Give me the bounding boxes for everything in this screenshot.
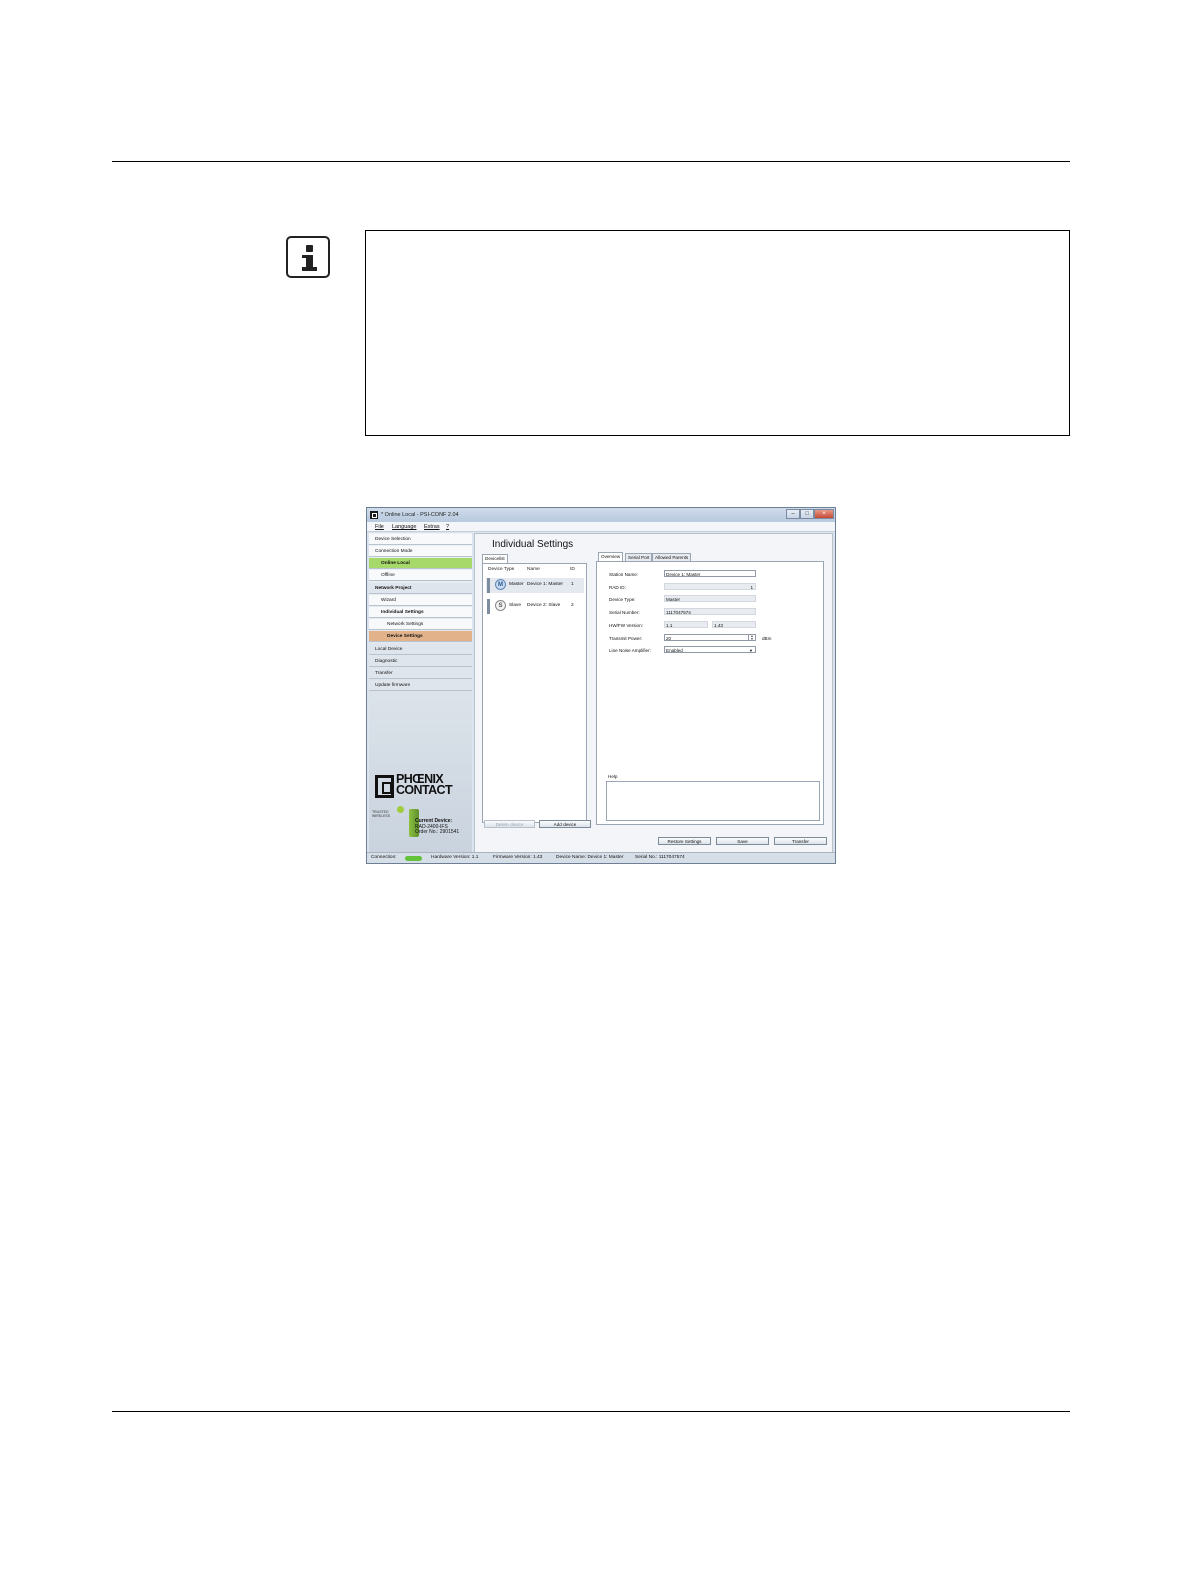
- add-device-button[interactable]: Add device: [539, 820, 591, 828]
- restore-settings-button[interactable]: Restore Settings: [658, 837, 711, 845]
- sidebar: Device Selection Connection Mode Online …: [369, 533, 472, 853]
- save-button[interactable]: Save: [716, 837, 769, 845]
- connection-indicator-icon: [405, 856, 422, 861]
- status-bar: Connection: Hardware Version: 1.1 Firmwa…: [367, 852, 835, 863]
- sidebar-item-offline[interactable]: Offline: [369, 570, 472, 581]
- column-device-type: Device Type: [488, 567, 515, 572]
- sidebar-item-device-selection[interactable]: Device Selection: [369, 534, 472, 545]
- brand-wordmark: PHŒNIX CONTACT: [396, 772, 453, 797]
- transmit-power-label: Transmit Power:: [609, 636, 643, 641]
- trusted-wireless-icon: [397, 806, 404, 813]
- master-badge-icon: M: [495, 579, 506, 590]
- status-connection-label: Connection:: [371, 855, 397, 860]
- device-type-value: Master: [664, 595, 756, 602]
- help-label: Help: [608, 774, 618, 779]
- footer-rule: [112, 1411, 1070, 1412]
- app-logo-icon: [370, 511, 378, 519]
- status-serial-number: Serial No.: 1117047574: [635, 855, 685, 860]
- sidebar-item-wizard[interactable]: Wizard: [369, 595, 472, 606]
- close-button[interactable]: ×: [814, 509, 834, 519]
- brand-mark-icon: [375, 775, 394, 798]
- app-window: * Online Local - PSI-CONF 2.04 – □ × Fil…: [366, 507, 836, 864]
- sidebar-item-update-firmware[interactable]: Update firmware: [369, 680, 472, 691]
- sidebar-item-local-device[interactable]: Local Device: [369, 644, 472, 655]
- window-title: * Online Local - PSI-CONF 2.04: [381, 512, 459, 518]
- tab-devicelist[interactable]: Devicelist: [482, 554, 508, 563]
- device-type: Master: [509, 582, 524, 587]
- sidebar-item-connection-mode[interactable]: Connection Mode: [369, 546, 472, 557]
- device-id: 2: [571, 603, 574, 608]
- chevron-down-icon: ▼: [749, 648, 753, 653]
- sidebar-item-network-settings[interactable]: Network Settings: [369, 619, 472, 630]
- sidebar-item-transfer[interactable]: Transfer: [369, 668, 472, 679]
- sidebar-item-diagnostic[interactable]: Diagnostic: [369, 656, 472, 667]
- tab-serial-port[interactable]: Serial Port: [625, 553, 653, 561]
- delete-device-button[interactable]: Delete device: [484, 820, 535, 828]
- stepper-arrows-icon[interactable]: ▲ ▼: [748, 635, 755, 640]
- transfer-button[interactable]: Transfer: [774, 837, 827, 845]
- header-rule: [112, 161, 1070, 162]
- menu-bar: File Language Extras ?: [367, 522, 835, 532]
- lna-label: Line Noise Amplifier:: [609, 648, 651, 653]
- minimize-button[interactable]: –: [786, 509, 800, 519]
- device-type-label: Device Type:: [609, 597, 636, 602]
- station-name-input[interactable]: Device 1: Master: [664, 570, 756, 577]
- status-hardware-version: Hardware Version: 1.1: [431, 855, 479, 860]
- serial-number-value: 1117047574: [664, 608, 756, 615]
- hw-version-value: 1.1: [664, 621, 708, 628]
- current-device-info: Current Device: RAD-2400-IFS Order No.: …: [415, 818, 460, 835]
- menu-help[interactable]: ?: [446, 524, 449, 530]
- rad-id-value: 1: [664, 583, 756, 590]
- device-name: Device 1: Master: [527, 582, 563, 587]
- transmit-power-stepper[interactable]: 20 ▲ ▼: [664, 634, 756, 641]
- sidebar-item-individual-settings[interactable]: Individual Settings: [369, 607, 472, 618]
- info-icon: [286, 236, 330, 278]
- column-name: Name: [527, 567, 540, 572]
- tab-overview[interactable]: Overview: [598, 552, 624, 561]
- panel-title: Individual Settings: [492, 539, 574, 550]
- lna-select[interactable]: Enabled ▼: [664, 646, 756, 653]
- status-device-name: Device Name: Device 1: Master: [556, 855, 624, 860]
- maximize-button[interactable]: □: [800, 509, 814, 519]
- menu-language[interactable]: Language: [392, 524, 416, 530]
- slave-badge-icon: S: [495, 600, 506, 611]
- station-name-label: Station Name:: [609, 572, 639, 577]
- sidebar-item-device-settings[interactable]: Device Settings: [369, 631, 472, 642]
- tab-allowed-parents[interactable]: Allowed Parents: [652, 553, 692, 561]
- device-name: Device 2: Slave: [527, 603, 561, 608]
- note-box: [365, 230, 1070, 436]
- device-id: 1: [571, 582, 574, 587]
- fw-version-value: 1.43: [712, 621, 756, 628]
- device-row-master[interactable]: M Master Device 1: Master 1: [486, 578, 584, 593]
- transmit-power-unit: dBm: [762, 636, 772, 641]
- status-firmware-version: Firmware Version: 1.43: [493, 855, 543, 860]
- menu-extras[interactable]: Extras: [424, 524, 440, 530]
- help-box: [606, 781, 820, 821]
- title-bar: * Online Local - PSI-CONF 2.04 – □ ×: [367, 508, 835, 522]
- device-type: Slave: [509, 603, 521, 608]
- rad-id-label: RAD ID:: [609, 585, 626, 590]
- hw-fw-version-label: HW/FW Version:: [609, 623, 643, 628]
- device-row-slave[interactable]: S Slave Device 2: Slave 2: [486, 599, 584, 614]
- sidebar-item-online-local[interactable]: Online Local: [369, 558, 472, 569]
- column-id: ID: [570, 567, 575, 572]
- serial-number-label: Serial Number:: [609, 610, 640, 615]
- trusted-wireless-logo: TRUSTED WIRELESS: [372, 810, 391, 818]
- sidebar-item-network-project[interactable]: Network Project: [369, 583, 472, 594]
- menu-file[interactable]: File: [375, 524, 384, 530]
